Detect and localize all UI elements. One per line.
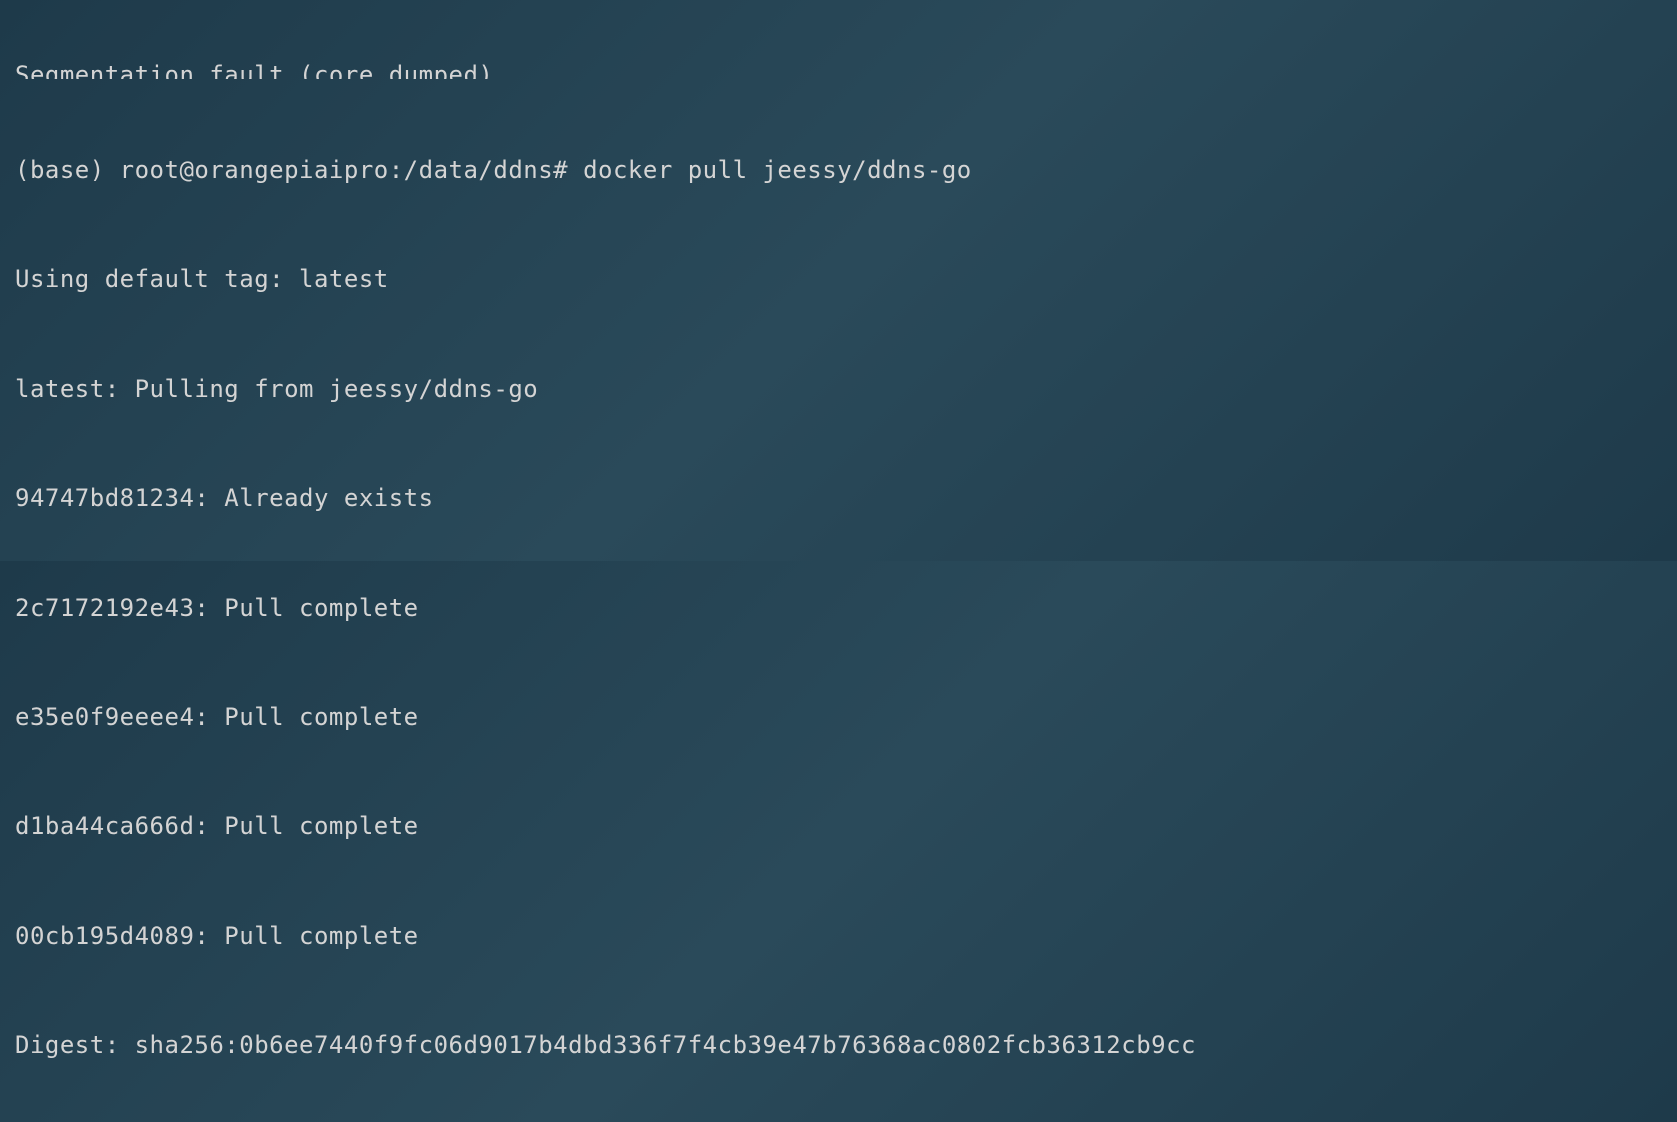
output-line: d1ba44ca666d: Pull complete [15,808,1662,844]
output-line: 94747bd81234: Already exists [15,480,1662,516]
output-line: Digest: sha256:0b6ee7440f9fc06d9017b4dbd… [15,1027,1662,1063]
output-line: Segmentation fault (core dumped) [15,57,1662,79]
output-line: latest: Pulling from jeessy/ddns-go [15,371,1662,407]
output-line: e35e0f9eeee4: Pull complete [15,699,1662,735]
output-line: Using default tag: latest [15,261,1662,297]
output-line: 2c7172192e43: Pull complete [15,590,1662,626]
prompt-line: (base) root@orangepiaipro:/data/ddns# do… [15,152,1662,188]
output-line: 00cb195d4089: Pull complete [15,918,1662,954]
terminal-output[interactable]: Segmentation fault (core dumped) (base) … [15,0,1662,1122]
